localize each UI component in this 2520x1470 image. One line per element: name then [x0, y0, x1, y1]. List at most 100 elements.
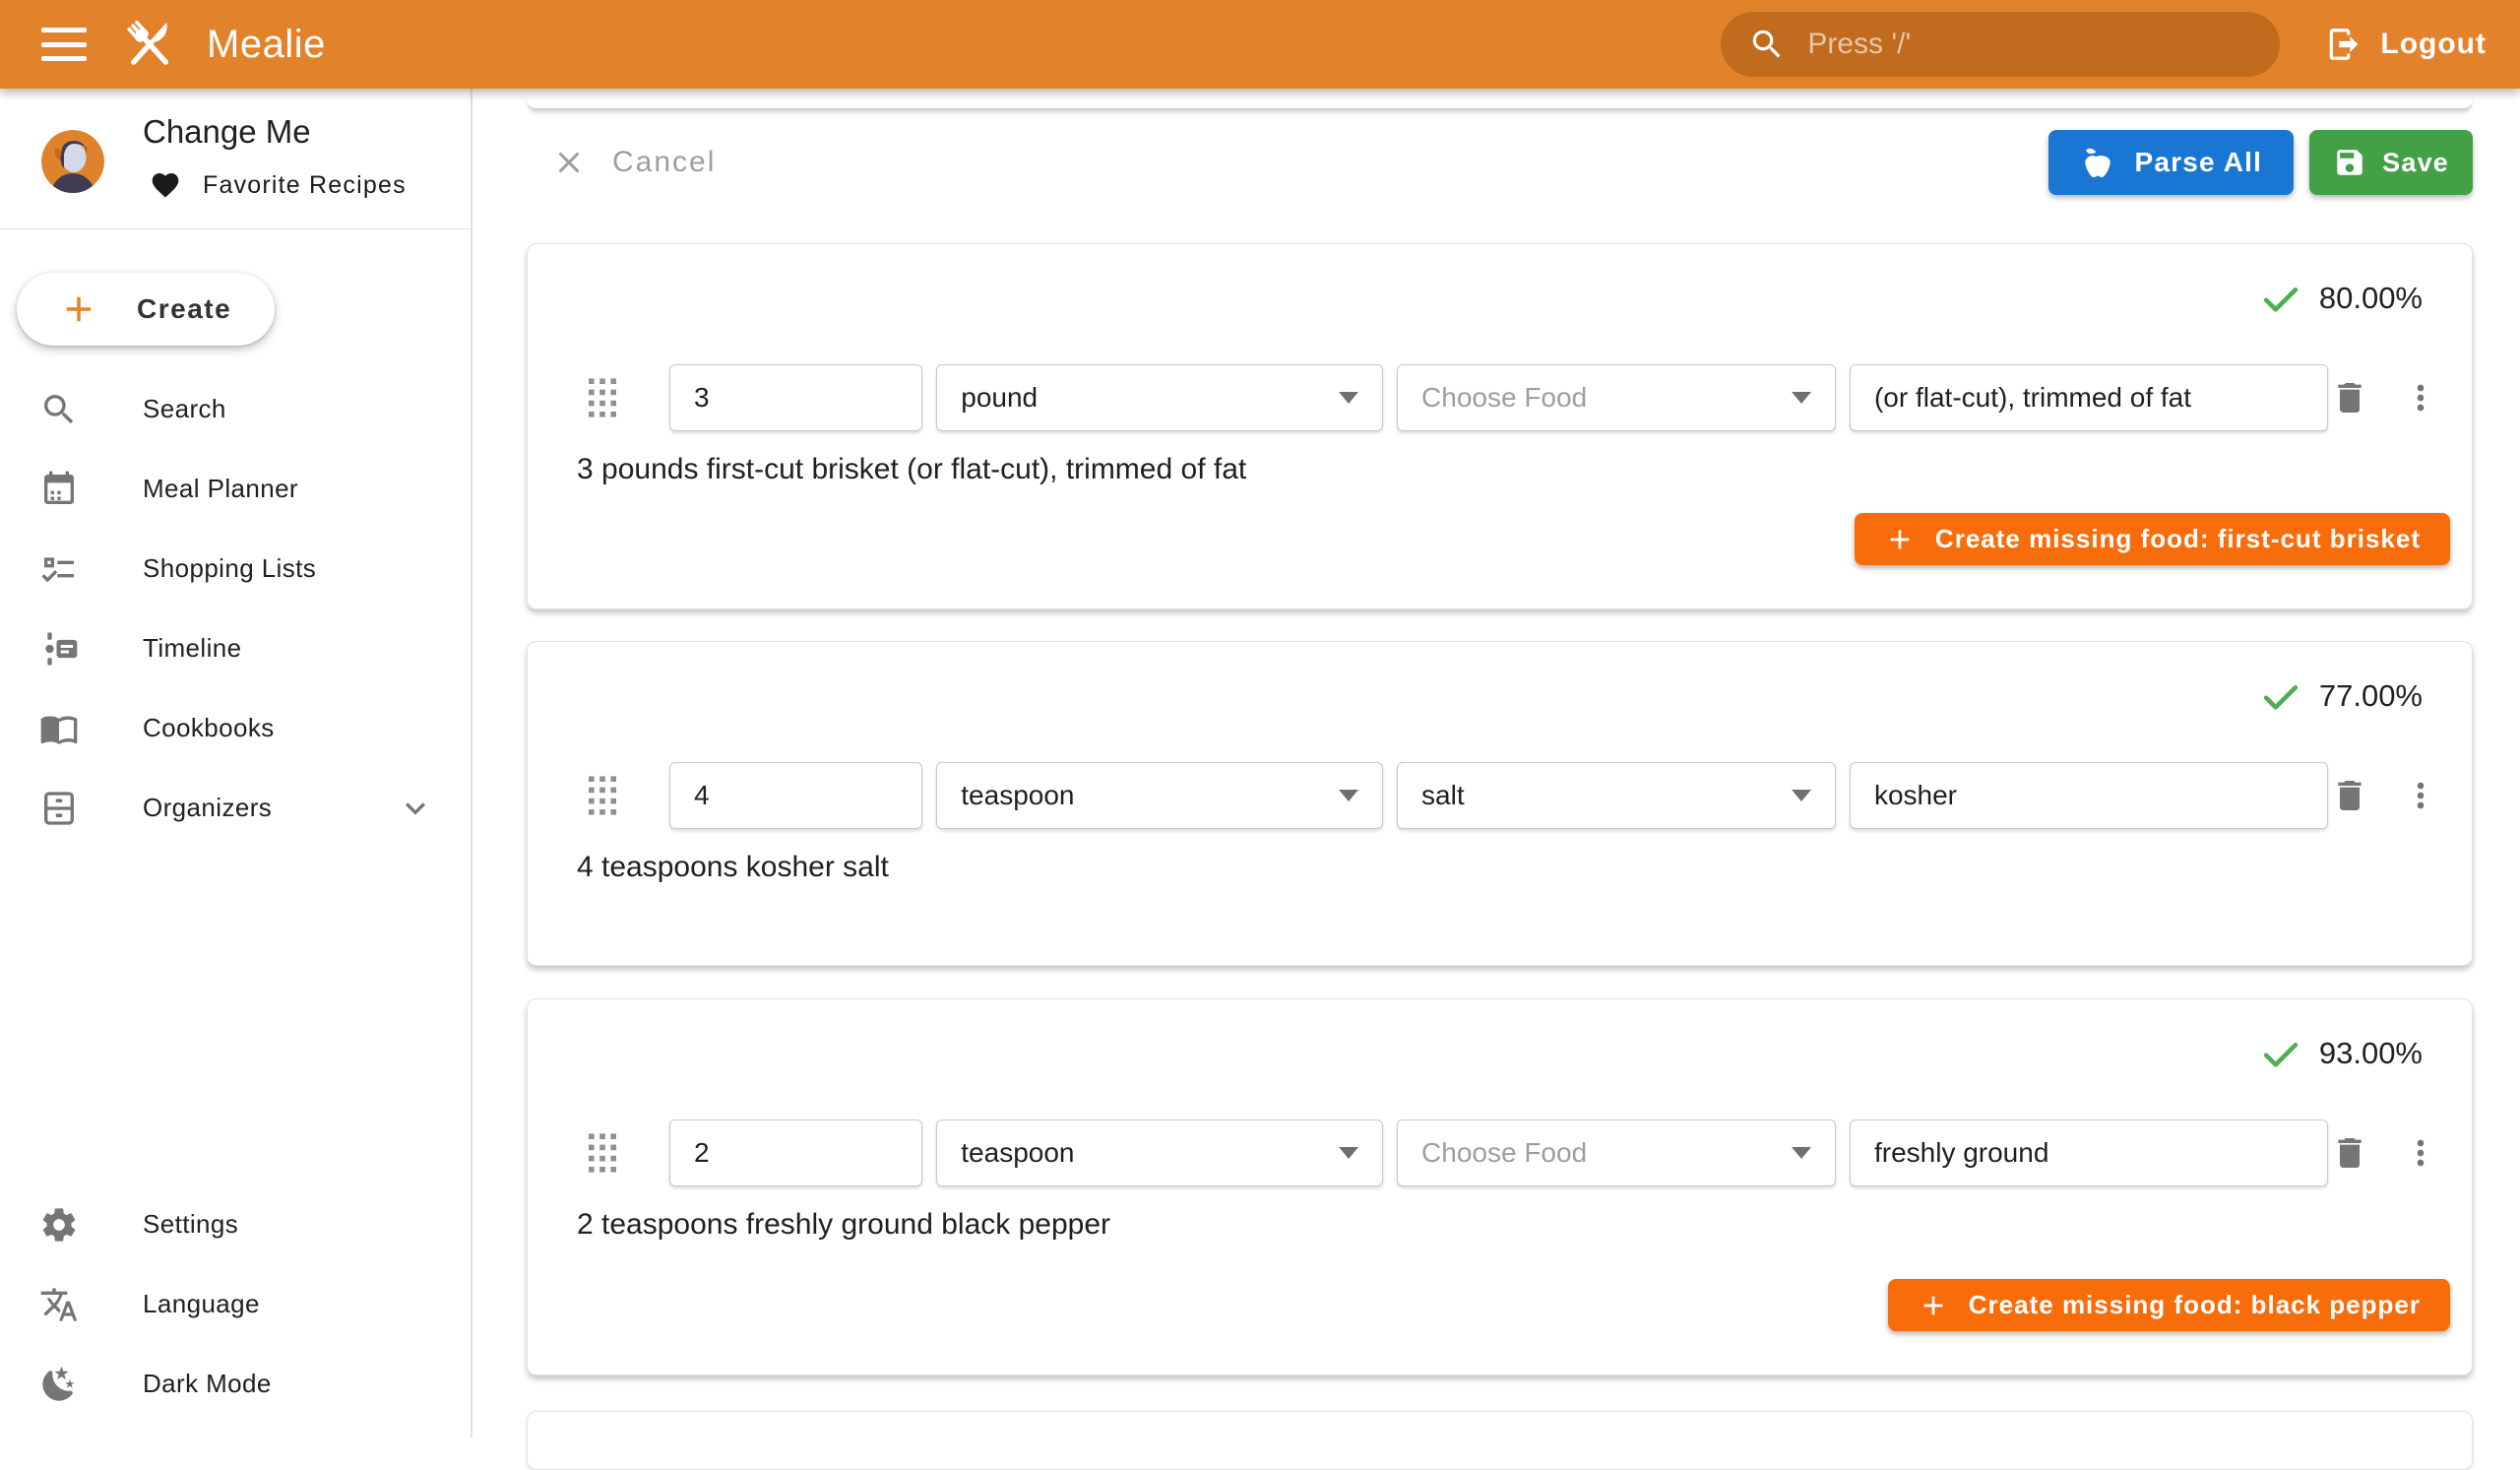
- create-missing-food-label: Create missing food: first-cut brisket: [1935, 524, 2421, 554]
- check-icon: [2260, 675, 2301, 717]
- cabinet-icon: [39, 789, 79, 828]
- favorite-recipes-label: Favorite Recipes: [203, 171, 407, 200]
- search-input[interactable]: [1805, 27, 2270, 62]
- global-search[interactable]: [1721, 12, 2280, 77]
- cancel-button[interactable]: Cancel: [551, 145, 716, 180]
- quantity-input[interactable]: [694, 382, 898, 414]
- favorite-recipes-link[interactable]: Favorite Recipes: [150, 169, 407, 201]
- parse-all-button[interactable]: Parse All: [2048, 130, 2295, 195]
- unit-select[interactable]: pound: [936, 364, 1383, 431]
- ingredient-fields-row: pound Choose Food: [577, 364, 2442, 431]
- logout-icon: [2325, 26, 2362, 63]
- dropdown-arrow-icon: [1792, 790, 1811, 801]
- chevron-down-icon[interactable]: [396, 789, 435, 828]
- sidebar-item-label: Settings: [143, 1209, 238, 1240]
- more-options-icon[interactable]: [2399, 1131, 2442, 1175]
- note-field: [1850, 762, 2328, 829]
- drag-handle-icon[interactable]: [589, 378, 618, 417]
- quantity-field: [669, 364, 922, 431]
- original-ingredient-text: 4 teaspoons kosher salt: [577, 851, 889, 884]
- note-field: [1850, 1119, 2328, 1186]
- sidebar-item-label: Language: [143, 1289, 260, 1319]
- food-select[interactable]: salt: [1397, 762, 1836, 829]
- book-open-icon: [39, 709, 79, 748]
- save-label: Save: [2382, 148, 2449, 178]
- drag-handle-icon[interactable]: [589, 1133, 618, 1173]
- ingredient-card: 80.00% pound Choose Food: [527, 243, 2473, 609]
- sidebar-item-organizers[interactable]: Organizers: [0, 768, 471, 848]
- food-select[interactable]: Choose Food: [1397, 364, 1836, 431]
- food-placeholder: Choose Food: [1421, 382, 1780, 414]
- confidence-indicator: 93.00%: [2260, 1033, 2423, 1074]
- unit-select[interactable]: teaspoon: [936, 1119, 1383, 1186]
- create-button[interactable]: Create: [17, 273, 275, 346]
- sidebar-item-language[interactable]: Language: [0, 1264, 471, 1344]
- translate-icon: [39, 1285, 79, 1324]
- more-options-icon[interactable]: [2399, 774, 2442, 817]
- app-header: Mealie Logout: [0, 0, 2520, 89]
- check-icon: [2260, 278, 2301, 319]
- plus-icon: [1884, 524, 1916, 555]
- sidebar-item-search[interactable]: Search: [0, 369, 471, 449]
- ingredient-card: 77.00% teaspoon salt: [527, 641, 2473, 966]
- ingredient-card: 93.00% teaspoon Choose Food: [527, 998, 2473, 1375]
- food-value: salt: [1421, 780, 1780, 811]
- ingredient-fields-row: teaspoon Choose Food: [577, 1119, 2442, 1186]
- food-select[interactable]: Choose Food: [1397, 1119, 1836, 1186]
- food-placeholder: Choose Food: [1421, 1137, 1780, 1169]
- note-input[interactable]: [1874, 382, 2303, 414]
- sidebar-item-label: Search: [143, 394, 226, 424]
- dropdown-arrow-icon: [1792, 392, 1811, 404]
- user-avatar[interactable]: [41, 130, 104, 193]
- sidebar-item-settings[interactable]: Settings: [0, 1184, 471, 1264]
- quantity-input[interactable]: [694, 780, 898, 811]
- timeline-icon: [39, 629, 79, 669]
- create-button-label: Create: [137, 293, 231, 325]
- menu-icon[interactable]: [41, 28, 87, 61]
- sidebar-item-shopping-lists[interactable]: Shopping Lists: [0, 529, 471, 608]
- logout-button[interactable]: Logout: [2317, 16, 2494, 73]
- ingredient-card-partial: [527, 1411, 2473, 1470]
- logout-label: Logout: [2380, 28, 2487, 61]
- sidebar-item-dark-mode[interactable]: Dark Mode: [0, 1344, 471, 1424]
- scrolled-card-bottom-edge: [527, 89, 2473, 110]
- cancel-label: Cancel: [612, 146, 716, 179]
- dropdown-arrow-icon: [1339, 790, 1358, 801]
- delete-ingredient-button[interactable]: [2328, 1131, 2371, 1175]
- more-options-icon[interactable]: [2399, 376, 2442, 419]
- original-ingredient-text: 3 pounds first-cut brisket (or flat-cut)…: [577, 453, 1246, 486]
- note-input[interactable]: [1874, 1137, 2303, 1169]
- note-input[interactable]: [1874, 780, 2303, 811]
- gear-icon: [39, 1205, 79, 1245]
- close-icon: [551, 145, 587, 180]
- ingredient-fields-row: teaspoon salt: [577, 762, 2442, 829]
- parser-toolbar: Cancel Parse All Save: [472, 130, 2520, 195]
- check-icon: [2260, 1033, 2301, 1074]
- sidebar-item-label: Meal Planner: [143, 474, 298, 504]
- plus-icon: [58, 288, 99, 330]
- moon-icon: [39, 1365, 79, 1404]
- parse-all-label: Parse All: [2135, 147, 2263, 178]
- save-button[interactable]: Save: [2309, 130, 2473, 195]
- apple-icon: [2080, 145, 2115, 180]
- confidence-value: 80.00%: [2319, 281, 2423, 316]
- create-missing-food-button[interactable]: Create missing food: first-cut brisket: [1855, 513, 2450, 565]
- unit-value: teaspoon: [961, 1137, 1327, 1169]
- drag-handle-icon[interactable]: [589, 776, 618, 815]
- delete-ingredient-button[interactable]: [2328, 376, 2371, 419]
- confidence-value: 93.00%: [2319, 1036, 2423, 1071]
- sidebar-item-label: Timeline: [143, 633, 241, 664]
- sidebar-item-cookbooks[interactable]: Cookbooks: [0, 688, 471, 768]
- sidebar: Change Me Favorite Recipes Create Search…: [0, 89, 472, 1438]
- delete-ingredient-button[interactable]: [2328, 774, 2371, 817]
- create-missing-food-button[interactable]: Create missing food: black pepper: [1888, 1279, 2450, 1331]
- sidebar-item-meal-planner[interactable]: Meal Planner: [0, 449, 471, 529]
- quantity-input[interactable]: [694, 1137, 898, 1169]
- unit-select[interactable]: teaspoon: [936, 762, 1383, 829]
- main-content: Cancel Parse All Save 80.00%: [472, 89, 2520, 1438]
- dropdown-arrow-icon: [1339, 392, 1358, 404]
- profile-section: Change Me Favorite Recipes: [0, 89, 471, 229]
- sidebar-item-timeline[interactable]: Timeline: [0, 608, 471, 688]
- note-field: [1850, 364, 2328, 431]
- mealie-logo-icon: [118, 13, 181, 76]
